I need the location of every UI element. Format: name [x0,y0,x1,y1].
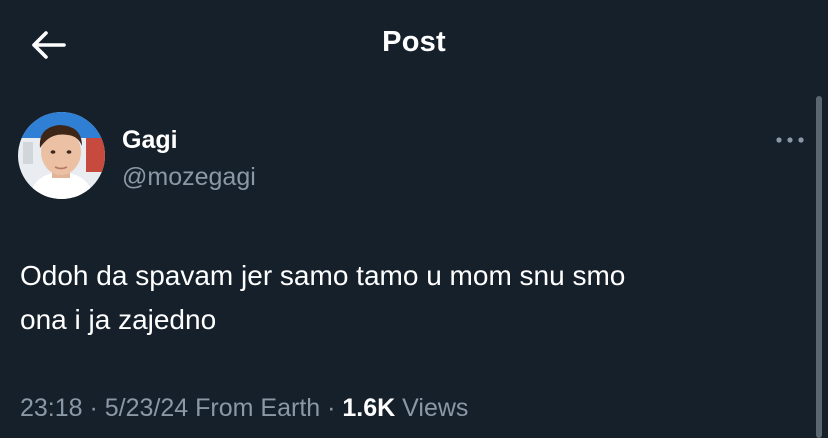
post-meta: 23:18 · 5/23/24 From Earth · 1.6K Views [20,394,468,423]
more-options-button[interactable] [770,128,810,152]
profile-photo [18,112,105,199]
post-text-line: ona i ja zajedno [20,304,217,335]
post: Gagi @mozegagi Odoh da spavam jer samo t… [0,90,810,438]
post-text-line: Odoh da spavam jer samo tamo u mom snu s… [20,260,626,291]
avatar[interactable] [18,112,105,199]
post-views[interactable]: 1.6K Views [342,394,468,422]
views-label: Views [395,394,469,422]
meta-separator: · [320,394,343,422]
post-time[interactable]: 23:18 [20,394,83,422]
post-source: From Earth [188,394,321,422]
post-date[interactable]: 5/23/24 [105,394,188,422]
author-handle[interactable]: @mozegagi [122,163,256,192]
views-count: 1.6K [342,394,396,422]
scrollbar[interactable] [816,96,822,438]
author-display-name[interactable]: Gagi [122,126,178,155]
meta-separator: · [82,394,105,422]
post-screen: Post Gagi @mozegagi Odoh da spavam jer s… [0,0,828,438]
more-horizontal-icon [776,137,804,143]
top-bar: Post [0,0,828,90]
post-text: Odoh da spavam jer samo tamo u mom snu s… [20,254,790,342]
page-title: Post [382,26,446,58]
